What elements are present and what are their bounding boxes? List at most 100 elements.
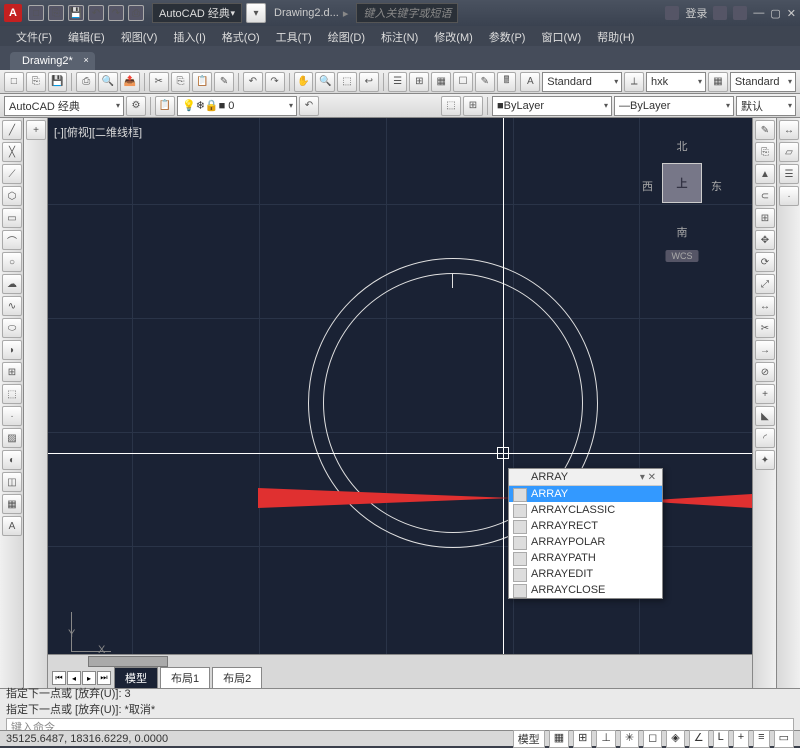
viewcube-east[interactable]: 东 [711, 178, 722, 194]
undo-icon[interactable]: ↶ [243, 72, 263, 92]
rect-icon[interactable]: ▭ [2, 208, 22, 228]
redo-icon[interactable]: ↷ [108, 5, 124, 21]
status-ducs-icon[interactable]: L [713, 730, 729, 748]
chamfer-icon[interactable]: ◣ [755, 406, 775, 426]
status-dyn-icon[interactable]: + [733, 730, 749, 748]
gradient-icon[interactable]: ◐ [2, 450, 22, 470]
mtext-icon[interactable]: A [2, 516, 22, 536]
status-grid-icon[interactable]: ▦ [549, 730, 569, 748]
status-polar-icon[interactable]: ✳ [620, 730, 639, 748]
viewcube-top[interactable]: 上 [662, 163, 702, 203]
chevron-right-icon[interactable]: ▸ [343, 7, 349, 20]
revcloud-icon[interactable]: ☁ [2, 274, 22, 294]
coordinates-display[interactable]: 35125.6487, 18316.6229, 0.0000 [6, 733, 168, 745]
publish-icon[interactable]: 📤 [120, 72, 140, 92]
menu-edit[interactable]: 编辑(E) [60, 26, 113, 46]
undo-icon[interactable]: ↶ [88, 5, 104, 21]
ellipse-icon[interactable]: ⬭ [2, 318, 22, 338]
tab-nav-last-icon[interactable]: ⏭ [97, 671, 111, 685]
copy-icon[interactable]: ⎘ [171, 72, 191, 92]
user-icon[interactable] [665, 6, 679, 20]
offset-icon[interactable]: ⊂ [755, 186, 775, 206]
lineweight-selector[interactable]: 默认 [736, 96, 796, 116]
menu-file[interactable]: 文件(F) [8, 26, 60, 46]
layer-prev-icon[interactable]: ↶ [299, 96, 319, 116]
copy2-icon[interactable]: ⎘ [755, 142, 775, 162]
menu-draw[interactable]: 绘图(D) [320, 26, 373, 46]
explode-icon[interactable]: ✦ [755, 450, 775, 470]
viewcube[interactable]: 北 南 西 东 上 WCS [642, 138, 722, 258]
autocomplete-item[interactable]: ARRAYEDIT [509, 566, 662, 582]
autocomplete-item[interactable]: ARRAYCLOSE [509, 582, 662, 598]
viewcube-north[interactable]: 北 [677, 138, 688, 154]
menu-modify[interactable]: 修改(M) [426, 26, 481, 46]
status-lwt-icon[interactable]: ≡ [753, 730, 769, 748]
menu-view[interactable]: 视图(V) [113, 26, 166, 46]
open-icon[interactable]: ⎘ [26, 72, 46, 92]
login-link[interactable]: 登录 [685, 5, 707, 21]
status-3dosnap-icon[interactable]: ◈ [666, 730, 684, 748]
layer-selector[interactable]: 💡❄🔒■ 0 [177, 96, 297, 116]
help-icon[interactable] [733, 6, 747, 20]
hatch-icon[interactable]: ▨ [2, 428, 22, 448]
document-tab[interactable]: Drawing2* × [10, 52, 95, 70]
print-icon[interactable]: ⎙ [76, 72, 96, 92]
ellipsearc-icon[interactable]: ◗ [2, 340, 22, 360]
scale-icon[interactable]: ⤢ [755, 274, 775, 294]
new-icon[interactable]: □ [4, 72, 24, 92]
dim-icon[interactable]: ⟂ [624, 72, 644, 92]
block-icon[interactable]: ⬚ [441, 96, 461, 116]
drawing-canvas[interactable]: [-][俯视][二维线框] 北 南 西 东 上 WCS Y [48, 118, 752, 688]
designcenter-icon[interactable]: ⊞ [409, 72, 429, 92]
horizontal-scrollbar[interactable] [48, 654, 752, 668]
area-icon[interactable]: ▱ [779, 142, 799, 162]
status-snap-icon[interactable]: ⊞ [573, 730, 592, 748]
region-icon[interactable]: ◫ [2, 472, 22, 492]
toolpalette-icon[interactable]: ▦ [431, 72, 451, 92]
sheetset-icon[interactable]: ☐ [453, 72, 473, 92]
autocomplete-item[interactable]: ARRAYCLASSIC [509, 502, 662, 518]
line-icon[interactable]: ╱ [2, 120, 22, 140]
linetype-selector[interactable]: — ByLayer [614, 96, 734, 116]
pan-icon[interactable]: ✋ [294, 72, 314, 92]
dist-icon[interactable]: ↔ [779, 120, 799, 140]
spline-icon[interactable]: ∿ [2, 296, 22, 316]
textstyle-selector[interactable]: Standard [542, 72, 622, 92]
move-icon[interactable]: ✥ [755, 230, 775, 250]
status-osnap-icon[interactable]: ◻ [643, 730, 662, 748]
menu-tools[interactable]: 工具(T) [268, 26, 320, 46]
scrollbar-thumb[interactable] [88, 656, 168, 667]
autocomplete-item[interactable]: ARRAYPATH [509, 550, 662, 566]
calc-icon[interactable]: 🖩 [497, 72, 517, 92]
properties-icon[interactable]: ☰ [388, 72, 408, 92]
array2-icon[interactable]: ⊞ [755, 208, 775, 228]
list-icon[interactable]: ☰ [779, 164, 799, 184]
autocomplete-item[interactable]: ARRAYRECT [509, 518, 662, 534]
redo-icon[interactable]: ↷ [265, 72, 285, 92]
stretch-icon[interactable]: ↔ [755, 296, 775, 316]
maximize-button[interactable]: ▢ [770, 7, 780, 20]
tab-nav-prev-icon[interactable]: ◂ [67, 671, 81, 685]
tab-nav-next-icon[interactable]: ▸ [82, 671, 96, 685]
status-tpy-icon[interactable]: ▭ [774, 730, 794, 748]
new-icon[interactable]: □ [28, 5, 44, 21]
text-a-icon[interactable]: A [520, 72, 540, 92]
circle-icon[interactable]: ○ [2, 252, 22, 272]
menu-insert[interactable]: 插入(I) [165, 26, 213, 46]
preview-icon[interactable]: 🔍 [98, 72, 118, 92]
autocomplete-item[interactable]: ARRAYPOLAR [509, 534, 662, 550]
rotate-icon[interactable]: ⟳ [755, 252, 775, 272]
zoom-icon[interactable]: 🔍 [315, 72, 335, 92]
trim-icon[interactable]: ✂ [755, 318, 775, 338]
tablestyle-selector[interactable]: Standard [730, 72, 796, 92]
save-icon[interactable]: 💾 [48, 72, 68, 92]
fillet-icon[interactable]: ◜ [755, 428, 775, 448]
viewport-label[interactable]: [-][俯视][二维线框] [54, 124, 142, 140]
point-icon[interactable]: · [2, 406, 22, 426]
save-icon[interactable]: 💾 [68, 5, 84, 21]
match-icon[interactable]: ✎ [214, 72, 234, 92]
autocomplete-close-icon[interactable]: ▾ ✕ [640, 472, 656, 483]
erase-icon[interactable]: ✎ [755, 120, 775, 140]
exchange-icon[interactable] [713, 6, 727, 20]
polygon-icon[interactable]: ⬡ [2, 186, 22, 206]
